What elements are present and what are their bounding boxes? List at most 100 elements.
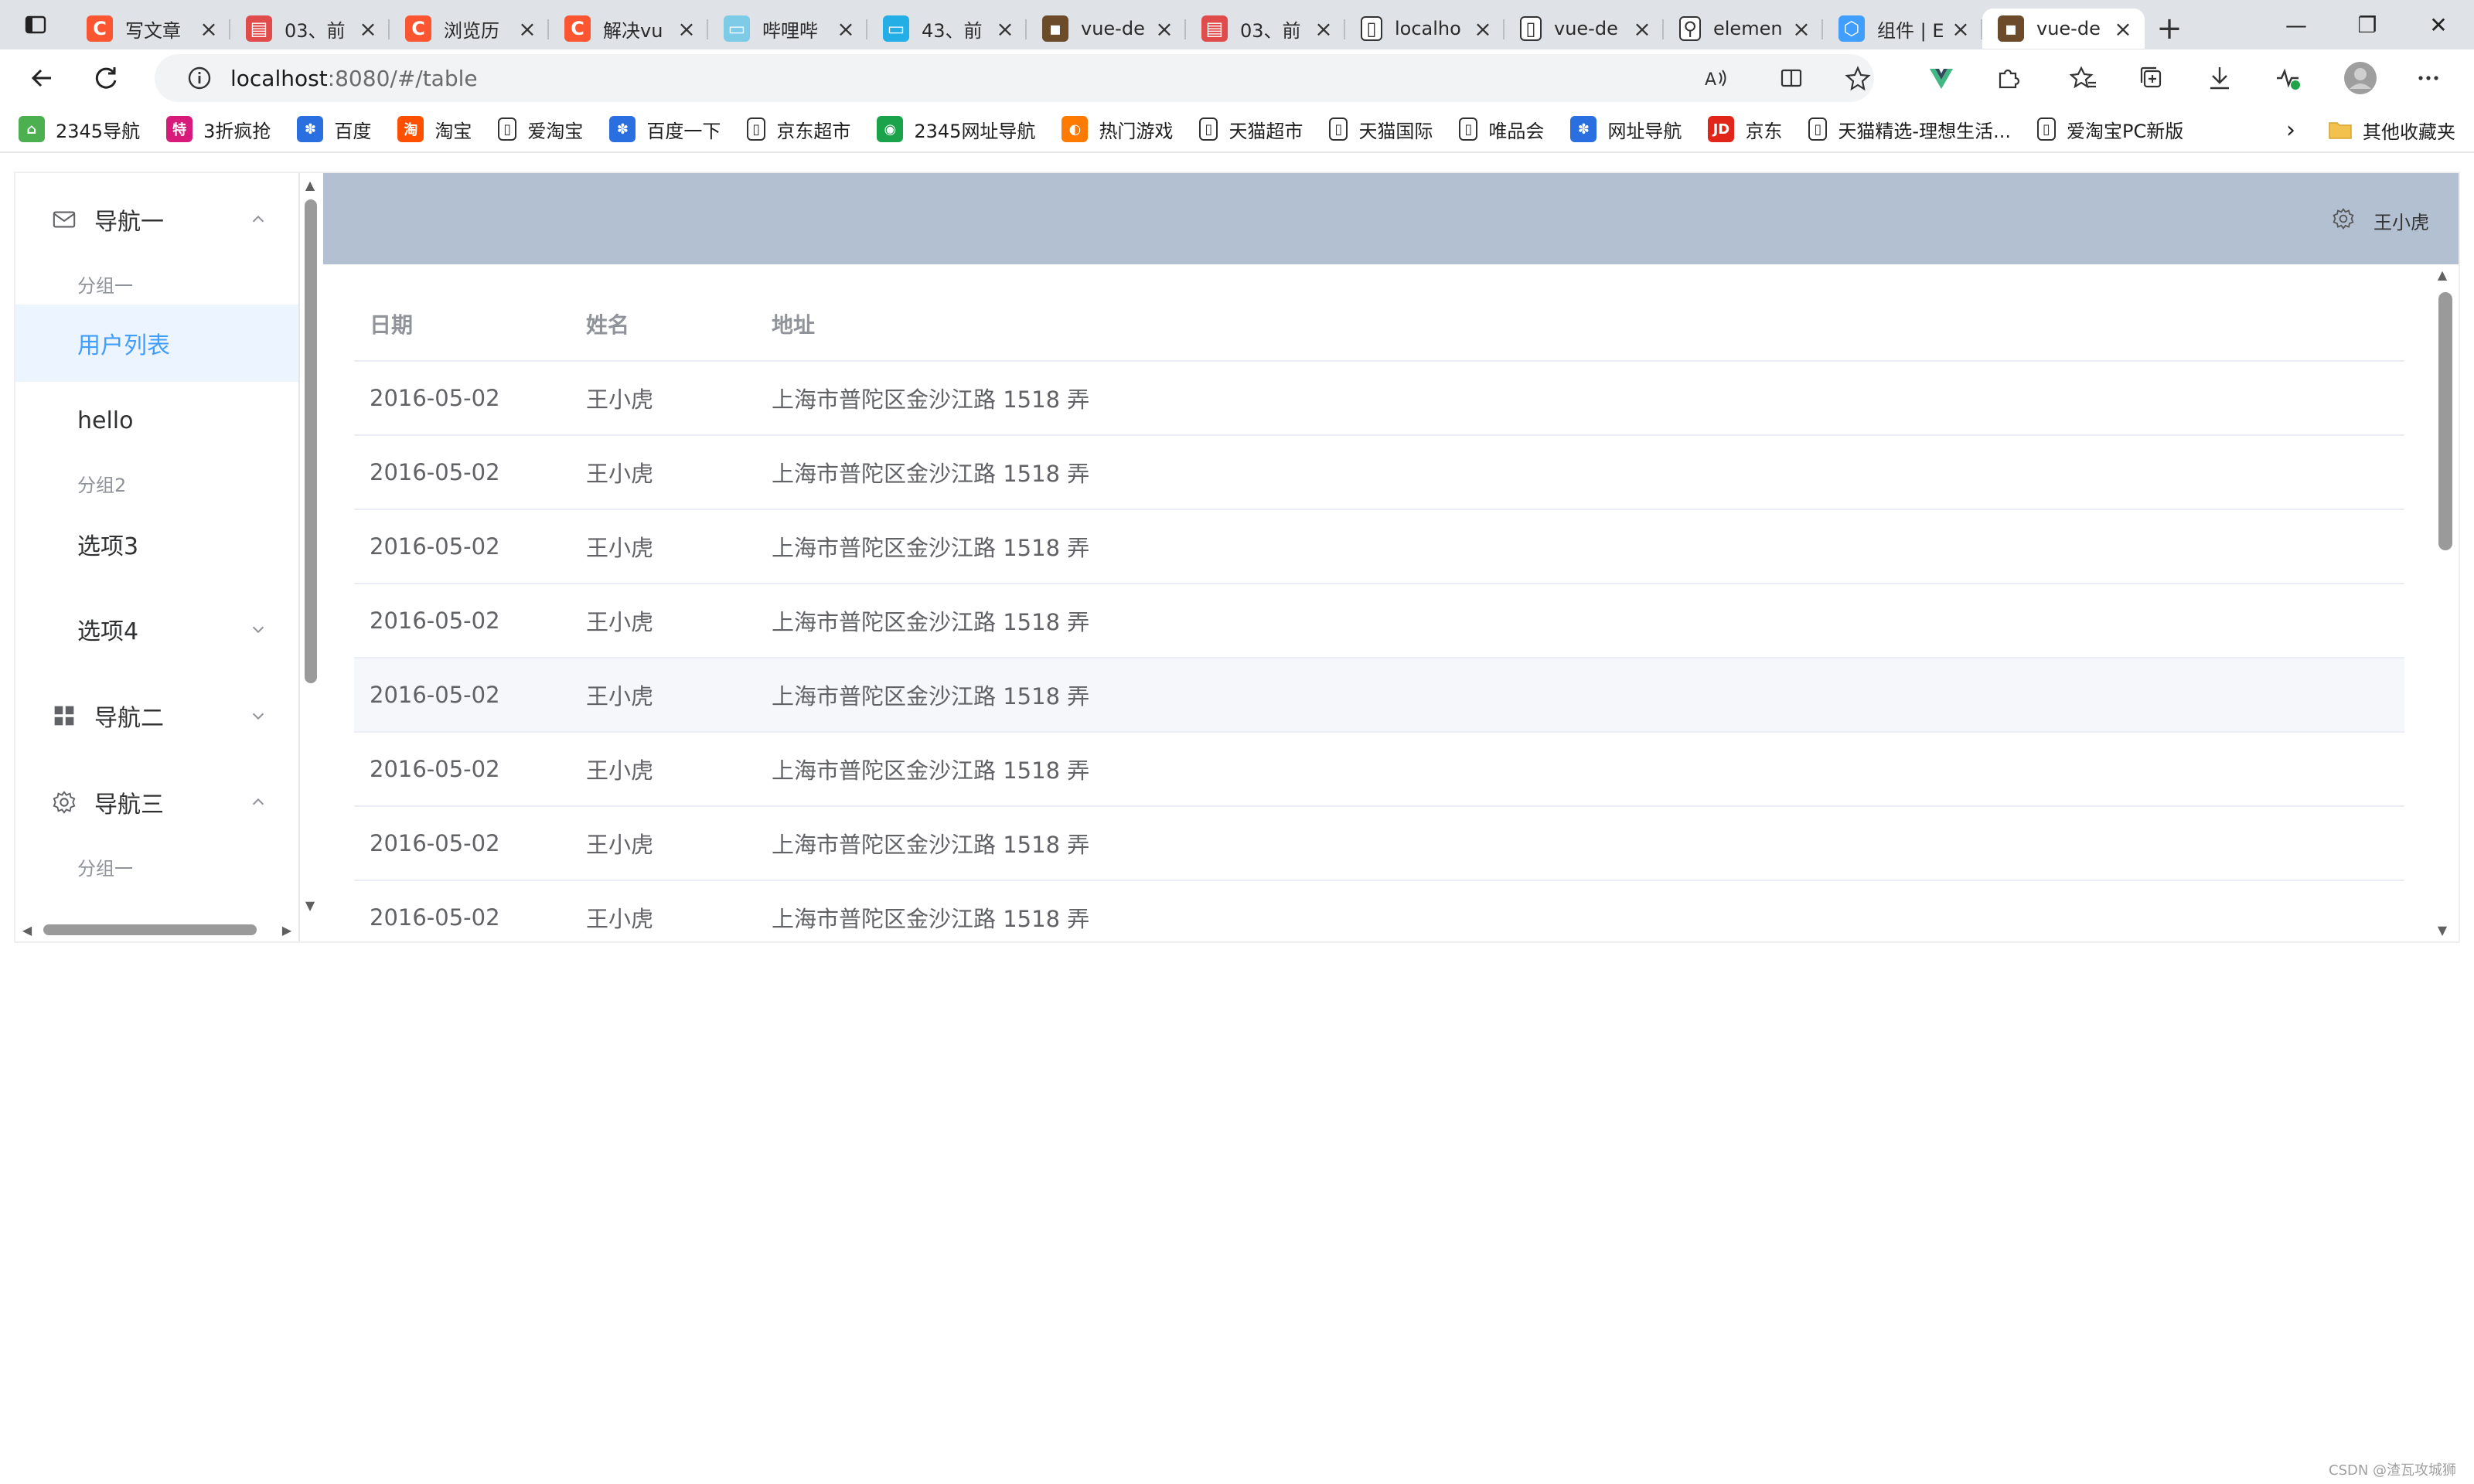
table-row[interactable]: 2016-05-02 王小虎 上海市普陀区金沙江路 1518 弄 bbox=[354, 436, 2404, 510]
tab-close-icon[interactable]: × bbox=[835, 16, 857, 42]
cell-date: 2016-05-02 bbox=[370, 608, 500, 634]
new-tab-button[interactable]: + bbox=[2145, 9, 2194, 49]
immersive-reader-icon[interactable] bbox=[1761, 54, 1821, 102]
bookmark-item[interactable]: ◐ 热门游戏 bbox=[1062, 116, 1173, 143]
bookmark-item[interactable]: ⌂ 2345导航 bbox=[19, 116, 140, 143]
tab-close-icon[interactable]: × bbox=[1791, 16, 1812, 42]
browser-tab[interactable]: ▪ vue-de × bbox=[1027, 9, 1186, 49]
browser-tab[interactable]: ▭ 43、前 × bbox=[867, 9, 1027, 49]
more-bookmarks-chevron-icon[interactable]: › bbox=[2271, 107, 2310, 153]
browser-tab[interactable]: ▪ vue-de × bbox=[1982, 9, 2145, 49]
page-icon: ▯ bbox=[1808, 117, 1828, 141]
tab-close-icon[interactable]: × bbox=[516, 16, 538, 42]
submenu-nav1-label: 导航一 bbox=[94, 209, 164, 236]
scroll-up-arrow-icon[interactable]: ▲ bbox=[2434, 266, 2451, 283]
menu-group-title: 分组2 bbox=[77, 475, 127, 496]
browser-tab[interactable]: C 浏览历 × bbox=[390, 9, 549, 49]
submenu-nav2[interactable]: 导航二 bbox=[15, 672, 298, 759]
submenu-nav1[interactable]: 导航一 bbox=[15, 176, 298, 263]
submenu-option4[interactable]: 选项4 bbox=[15, 586, 298, 672]
scroll-down-arrow-icon[interactable]: ▼ bbox=[2434, 921, 2451, 938]
bookmark-item[interactable]: ▯ 唯品会 bbox=[1459, 116, 1544, 143]
menu-item-hello[interactable]: hello bbox=[15, 382, 298, 459]
sidebar-vertical-scroll-thumb[interactable] bbox=[305, 199, 317, 683]
bookmark-item[interactable]: ◉ 2345网址导航 bbox=[877, 116, 1035, 143]
browser-tab[interactable]: ▯ vue-de × bbox=[1505, 9, 1664, 49]
tab-close-icon[interactable]: × bbox=[1950, 16, 1971, 42]
settings-gear-icon[interactable] bbox=[2332, 207, 2355, 230]
tab-close-icon[interactable]: × bbox=[1313, 16, 1334, 42]
bookmark-item[interactable]: JD 京东 bbox=[1708, 116, 1782, 143]
tab-close-icon[interactable]: × bbox=[1472, 16, 1494, 42]
profile-avatar-icon[interactable] bbox=[2327, 49, 2394, 107]
bilibili-icon: ▭ bbox=[724, 15, 750, 42]
extensions-icon[interactable] bbox=[1975, 49, 2041, 107]
scroll-up-arrow-icon[interactable]: ▲ bbox=[302, 176, 319, 193]
browser-tab[interactable]: ⚲ elemen × bbox=[1664, 9, 1823, 49]
site-info-icon[interactable] bbox=[176, 65, 223, 91]
read-aloud-icon[interactable]: A bbox=[1685, 54, 1746, 102]
close-window-button[interactable]: ✕ bbox=[2401, 0, 2474, 49]
browser-tab[interactable]: C 写文章 × bbox=[71, 9, 230, 49]
minimize-button[interactable]: — bbox=[2259, 0, 2333, 49]
collections-icon[interactable] bbox=[2118, 49, 2185, 107]
scroll-down-arrow-icon[interactable]: ▼ bbox=[302, 897, 319, 914]
favorites-icon[interactable] bbox=[2050, 49, 2117, 107]
favorite-star-icon[interactable] bbox=[1828, 54, 1888, 102]
tab-close-icon[interactable]: × bbox=[357, 16, 379, 42]
column-header-address[interactable]: 地址 bbox=[756, 308, 2404, 339]
column-header-name[interactable]: 姓名 bbox=[571, 308, 756, 339]
scroll-right-arrow-icon[interactable]: ▶ bbox=[278, 921, 295, 938]
settings-more-icon[interactable] bbox=[2395, 49, 2462, 107]
bookmark-item[interactable]: ▯ 天猫超市 bbox=[1199, 116, 1303, 143]
table-row[interactable]: 2016-05-02 王小虎 上海市普陀区金沙江路 1518 弄 bbox=[354, 807, 2404, 881]
performance-icon[interactable] bbox=[2254, 49, 2321, 107]
downloads-icon[interactable] bbox=[2186, 49, 2253, 107]
restore-button[interactable]: ❐ bbox=[2330, 0, 2404, 49]
browser-tab[interactable]: C 解决vu × bbox=[549, 9, 708, 49]
back-button[interactable] bbox=[11, 49, 74, 107]
tab-close-icon[interactable]: × bbox=[994, 16, 1016, 42]
sidebar-horizontal-scroll-thumb[interactable] bbox=[43, 924, 257, 935]
bookmark-item[interactable]: ▯ 京东超市 bbox=[747, 116, 850, 143]
browser-tab[interactable]: ▤ 03、前 × bbox=[1186, 9, 1345, 49]
tab-title: elemen bbox=[1713, 18, 1783, 39]
tab-close-icon[interactable]: × bbox=[198, 16, 220, 42]
bookmark-item[interactable]: 特 3折疯抢 bbox=[166, 116, 271, 143]
reload-button[interactable] bbox=[74, 49, 138, 107]
tab-actions-menu-icon[interactable] bbox=[0, 0, 71, 49]
address-bar[interactable]: localhost:8080/#/table A bbox=[155, 54, 1874, 102]
bookmark-item[interactable]: ▯ 爱淘宝PC新版 bbox=[2036, 116, 2183, 143]
table-row[interactable]: 2016-05-02 王小虎 上海市普陀区金沙江路 1518 弄 bbox=[354, 881, 2404, 941]
table-row[interactable]: 2016-05-02 王小虎 上海市普陀区金沙江路 1518 弄 bbox=[354, 584, 2404, 659]
column-header-date[interactable]: 日期 bbox=[354, 308, 571, 339]
bookmark-item[interactable]: ▯ 爱淘宝 bbox=[498, 116, 583, 143]
vue-devtools-icon[interactable] bbox=[1908, 49, 1975, 107]
table-row[interactable]: 2016-05-02 王小虎 上海市普陀区金沙江路 1518 弄 bbox=[354, 362, 2404, 436]
page-icon: ▯ bbox=[1329, 117, 1348, 141]
tab-close-icon[interactable]: × bbox=[1631, 16, 1653, 42]
browser-tab[interactable]: ⬡ 组件 | E × bbox=[1823, 9, 1982, 49]
menu-item-option3[interactable]: 选项3 bbox=[15, 505, 298, 583]
browser-tab[interactable]: ▤ 03、前 × bbox=[230, 9, 390, 49]
tab-close-icon[interactable]: × bbox=[2112, 16, 2134, 42]
browser-tab[interactable]: ▯ localho × bbox=[1345, 9, 1505, 49]
submenu-nav3[interactable]: 导航三 bbox=[15, 759, 298, 846]
bookmark-item[interactable]: ▯ 天猫国际 bbox=[1329, 116, 1433, 143]
other-favorites-folder[interactable]: 其他收藏夹 bbox=[2327, 107, 2455, 153]
table-row[interactable]: 2016-05-02 王小虎 上海市普陀区金沙江路 1518 弄 bbox=[354, 733, 2404, 807]
scroll-left-arrow-icon[interactable]: ◀ bbox=[19, 921, 36, 938]
tab-close-icon[interactable]: × bbox=[676, 16, 697, 42]
bookmark-label: 爱淘宝 bbox=[527, 120, 584, 142]
bookmark-item[interactable]: ✽ 百度一下 bbox=[609, 116, 721, 143]
bookmark-item[interactable]: ▯ 天猫精选-理想生活... bbox=[1808, 116, 2011, 143]
bookmark-item[interactable]: 淘淘宝 bbox=[397, 116, 472, 143]
table-row[interactable]: 2016-05-02 王小虎 上海市普陀区金沙江路 1518 弄 bbox=[354, 659, 2404, 733]
tab-close-icon[interactable]: × bbox=[1154, 16, 1175, 42]
bookmark-item[interactable]: ✽ 百度 bbox=[297, 116, 371, 143]
table-row[interactable]: 2016-05-02 王小虎 上海市普陀区金沙江路 1518 弄 bbox=[354, 510, 2404, 584]
main-vertical-scroll-thumb[interactable] bbox=[2438, 292, 2452, 550]
bookmark-item[interactable]: ✽ 网址导航 bbox=[1570, 116, 1682, 143]
menu-item-user-list[interactable]: 用户列表 bbox=[15, 305, 298, 382]
browser-tab[interactable]: ▭ 哔哩哔 × bbox=[708, 9, 867, 49]
